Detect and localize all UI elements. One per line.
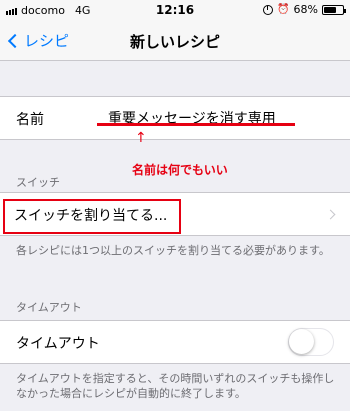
name-row[interactable]: 名前 重要メッセージを消す専用 bbox=[0, 96, 350, 140]
navigation-bar: レシピ 新しいレシピ bbox=[0, 20, 350, 61]
chevron-right-icon bbox=[325, 209, 336, 220]
switch-section-header: スイッチ bbox=[16, 176, 60, 189]
alarm-icon: ⏰ bbox=[277, 4, 290, 15]
status-right: ⏰ 68% bbox=[263, 3, 346, 16]
battery-percent: 68% bbox=[293, 3, 318, 16]
timeout-section-header: タイムアウト bbox=[16, 301, 82, 314]
annotation-arrow: ↑ bbox=[135, 130, 147, 146]
toggle-knob bbox=[289, 329, 314, 354]
timeout-label: タイムアウト bbox=[16, 336, 100, 352]
timeout-toggle[interactable] bbox=[288, 328, 334, 356]
name-label: 名前 bbox=[16, 112, 44, 128]
timeout-row: タイムアウト bbox=[0, 320, 350, 364]
annotation-highlight-box bbox=[3, 199, 181, 234]
battery-fill bbox=[324, 6, 337, 13]
orientation-lock-icon bbox=[263, 4, 274, 15]
battery-icon bbox=[322, 4, 346, 15]
status-bar: docomo 4G 12:16 ⏰ 68% bbox=[0, 0, 350, 20]
page-title: 新しいレシピ bbox=[129, 33, 220, 51]
switch-section-footer: 各レシピには1つ以上のスイッチを割り当てる必要があります。 bbox=[16, 244, 330, 257]
annotation-text: 名前は何でもいい bbox=[132, 163, 228, 177]
timeout-section-footer: タイムアウトを指定すると、その時間いずれのスイッチも操作しなかった場合にレシピが… bbox=[16, 372, 335, 400]
annotation-underline bbox=[97, 123, 295, 126]
